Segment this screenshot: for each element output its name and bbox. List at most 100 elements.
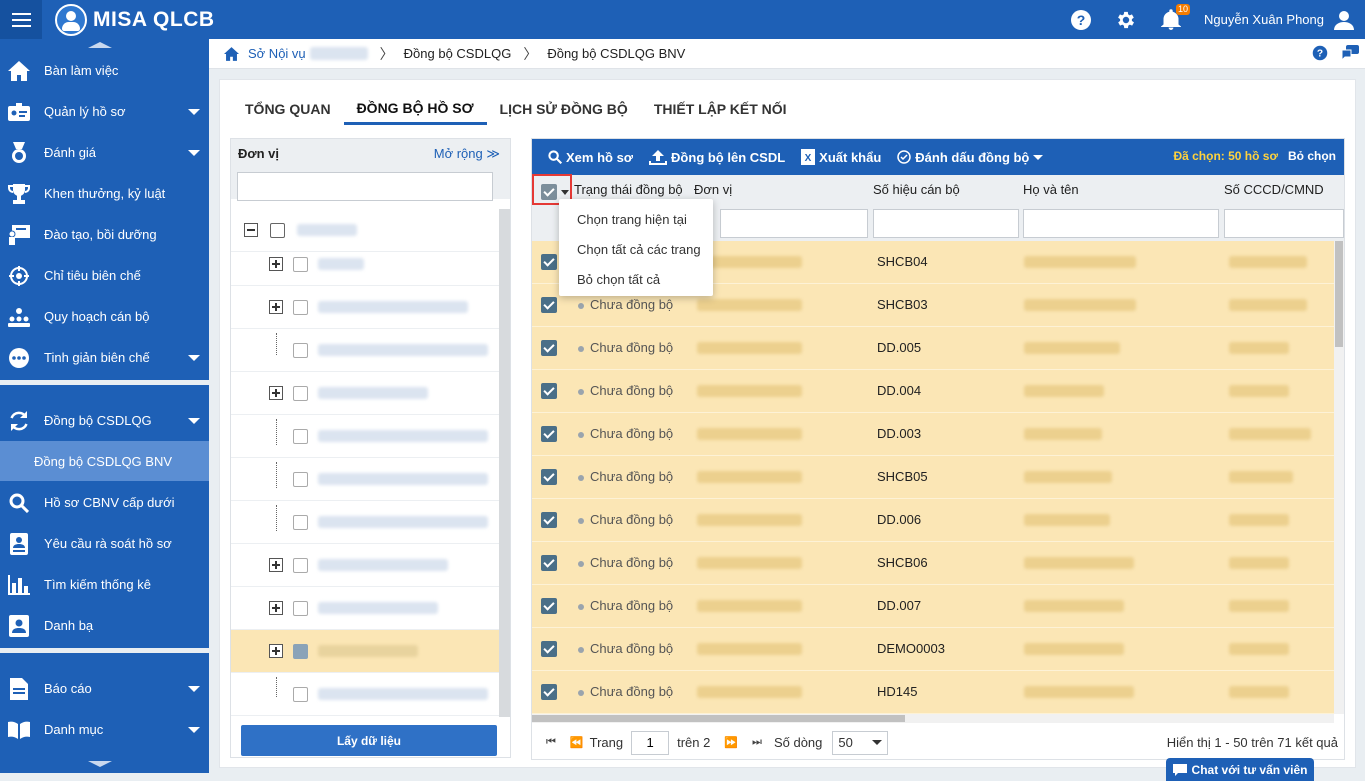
page-number-input[interactable]	[631, 730, 670, 755]
expand-icon[interactable]	[269, 386, 283, 400]
sidebar-item-planning[interactable]: Quy hoạch cán bộ	[0, 296, 209, 337]
row-checkbox[interactable]	[541, 598, 557, 614]
collapse-icon[interactable]	[244, 223, 258, 237]
mark-sync-button[interactable]: Đánh dấu đồng bộ	[897, 150, 1044, 165]
expand-icon[interactable]	[269, 601, 283, 615]
tree-checkbox[interactable]	[293, 643, 308, 659]
expand-icon[interactable]	[269, 558, 283, 572]
sidebar-item-contacts[interactable]: Danh bạ	[0, 605, 209, 646]
feedback-icon[interactable]	[1341, 45, 1359, 64]
app-logo[interactable]: MISA QLCB	[55, 4, 215, 36]
help-icon[interactable]: ?	[1069, 8, 1093, 32]
gear-icon[interactable]	[1114, 8, 1138, 32]
column-header-name[interactable]: Họ và tên	[1023, 182, 1079, 197]
unit-search-input[interactable]	[237, 172, 493, 201]
export-button[interactable]: X Xuất khẩu	[801, 149, 881, 165]
row-checkbox[interactable]	[541, 469, 557, 485]
tree-checkbox[interactable]	[293, 600, 308, 616]
deselect-button[interactable]: Bỏ chọn	[1288, 149, 1336, 163]
previous-page-icon[interactable]: ⏪	[570, 736, 584, 749]
sidebar-item-evaluation[interactable]: Đánh giá	[0, 132, 209, 173]
tree-checkbox[interactable]	[293, 256, 308, 272]
sidebar-item-staffing-quota[interactable]: Chỉ tiêu biên chế	[0, 255, 209, 296]
row-checkbox[interactable]	[541, 641, 557, 657]
tree-checkbox[interactable]	[293, 686, 308, 702]
grid-horizontal-scrollbar[interactable]	[532, 714, 1334, 723]
expand-icon[interactable]	[269, 257, 283, 271]
tree-row[interactable]	[231, 501, 499, 544]
row-checkbox[interactable]	[541, 426, 557, 442]
tree-row[interactable]	[231, 415, 499, 458]
table-row[interactable]: Chưa đồng bộ DD.005	[532, 327, 1334, 370]
menu-item-select-current-page[interactable]: Chọn trang hiện tại	[577, 212, 687, 227]
last-page-icon[interactable]: ⏭	[752, 736, 762, 749]
tree-checkbox[interactable]	[293, 428, 308, 444]
menu-item-deselect-all[interactable]: Bỏ chọn tất cả	[577, 272, 660, 287]
tree-row[interactable]	[231, 458, 499, 501]
tree-checkbox[interactable]	[293, 385, 308, 401]
expand-all-button[interactable]: Mở rộng ≫	[434, 146, 500, 162]
sidebar-item-rewards[interactable]: Khen thưởng, kỷ luật	[0, 173, 209, 214]
sidebar-item-catalog[interactable]: Danh mục	[0, 709, 209, 750]
table-row[interactable]: Chưa đồng bộ SHCB05	[532, 456, 1334, 499]
tab-sync-profiles[interactable]: ĐỒNG BỘ HỒ SƠ	[343, 93, 487, 125]
row-checkbox[interactable]	[541, 297, 557, 313]
tree-checkbox[interactable]	[293, 342, 308, 358]
sidebar-item-dashboard[interactable]: Bàn làm việc	[0, 50, 209, 91]
sidebar-scroll-up-icon[interactable]	[88, 42, 112, 48]
sidebar-item-downsizing[interactable]: Tinh giản biên chế	[0, 337, 209, 378]
column-header-unit[interactable]: Đơn vị	[694, 182, 732, 197]
sidebar-item-training[interactable]: Đào tạo, bồi dưỡng	[0, 214, 209, 255]
tree-row[interactable]	[231, 372, 499, 415]
tree-row[interactable]	[231, 544, 499, 587]
tree-row[interactable]	[231, 673, 499, 716]
tab-overview[interactable]: TỔNG QUAN	[232, 93, 344, 125]
column-header-code[interactable]: Số hiệu cán bộ	[873, 182, 960, 197]
row-checkbox[interactable]	[541, 254, 557, 270]
sidebar-item-sync-csdlqg-bnv[interactable]: Đồng bộ CSDLQG BNV	[0, 441, 209, 481]
tree-scrollbar[interactable]	[499, 209, 510, 717]
table-row[interactable]: Chưa đồng bộ HD145	[532, 671, 1334, 714]
tree-checkbox[interactable]	[293, 471, 308, 487]
tab-sync-history[interactable]: LỊCH SỬ ĐỒNG BỘ	[487, 93, 641, 125]
menu-item-select-all-pages[interactable]: Chọn tất cả các trang	[577, 242, 701, 257]
table-row[interactable]: Chưa đồng bộ DEMO0003	[532, 628, 1334, 671]
view-profile-button[interactable]: Xem hồ sơ	[548, 150, 633, 165]
load-data-button[interactable]: Lấy dữ liệu	[241, 725, 497, 756]
sidebar-item-profiles[interactable]: Quản lý hồ sơ	[0, 91, 209, 132]
tree-checkbox[interactable]	[270, 222, 285, 238]
tree-row-selected[interactable]	[231, 630, 499, 673]
table-row[interactable]: Chưa đồng bộ DD.003	[532, 413, 1334, 456]
filter-id-input[interactable]	[1224, 209, 1344, 238]
tree-checkbox[interactable]	[293, 557, 308, 573]
expand-icon[interactable]	[269, 300, 283, 314]
help-icon[interactable]: ?	[1312, 45, 1328, 64]
breadcrumb-level1[interactable]: Đồng bộ CSDLQG	[404, 46, 512, 61]
filter-name-input[interactable]	[1023, 209, 1219, 238]
sidebar-item-subordinate-profiles[interactable]: Hồ sơ CBNV cấp dưới	[0, 482, 209, 523]
user-icon[interactable]	[1332, 8, 1356, 32]
first-page-icon[interactable]: ⏮	[546, 736, 556, 749]
bell-icon[interactable]: 10	[1159, 3, 1191, 32]
filter-code-input[interactable]	[873, 209, 1019, 238]
tree-checkbox[interactable]	[293, 299, 308, 315]
sidebar-item-review-request[interactable]: Yêu cầu rà soát hồ sơ	[0, 523, 209, 564]
expand-icon[interactable]	[269, 644, 283, 658]
tree-row[interactable]	[231, 243, 499, 286]
sync-to-csdl-button[interactable]: Đồng bộ lên CSDL	[649, 149, 785, 165]
table-row[interactable]: Chưa đồng bộ SHCB06	[532, 542, 1334, 585]
user-name[interactable]: Nguyễn Xuân Phong	[1204, 12, 1324, 27]
tree-row[interactable]	[231, 329, 499, 372]
sidebar-item-reports[interactable]: Báo cáo	[0, 668, 209, 709]
breadcrumb-root[interactable]: Sở Nội vụ	[248, 46, 368, 61]
tab-connection-settings[interactable]: THIẾT LẬP KẾT NỐI	[641, 93, 800, 125]
table-row[interactable]: Chưa đồng bộ DD.007	[532, 585, 1334, 628]
row-checkbox[interactable]	[541, 555, 557, 571]
table-row[interactable]: Chưa đồng bộ DD.004	[532, 370, 1334, 413]
row-checkbox[interactable]	[541, 340, 557, 356]
column-header-status[interactable]: Trạng thái đồng bộ	[574, 182, 683, 197]
page-size-select[interactable]: 50	[832, 730, 889, 755]
next-page-icon[interactable]: ⏩	[724, 736, 738, 749]
chat-button[interactable]: Chat với tư vấn viên	[1166, 758, 1314, 781]
table-row[interactable]: Chưa đồng bộ DD.006	[532, 499, 1334, 542]
